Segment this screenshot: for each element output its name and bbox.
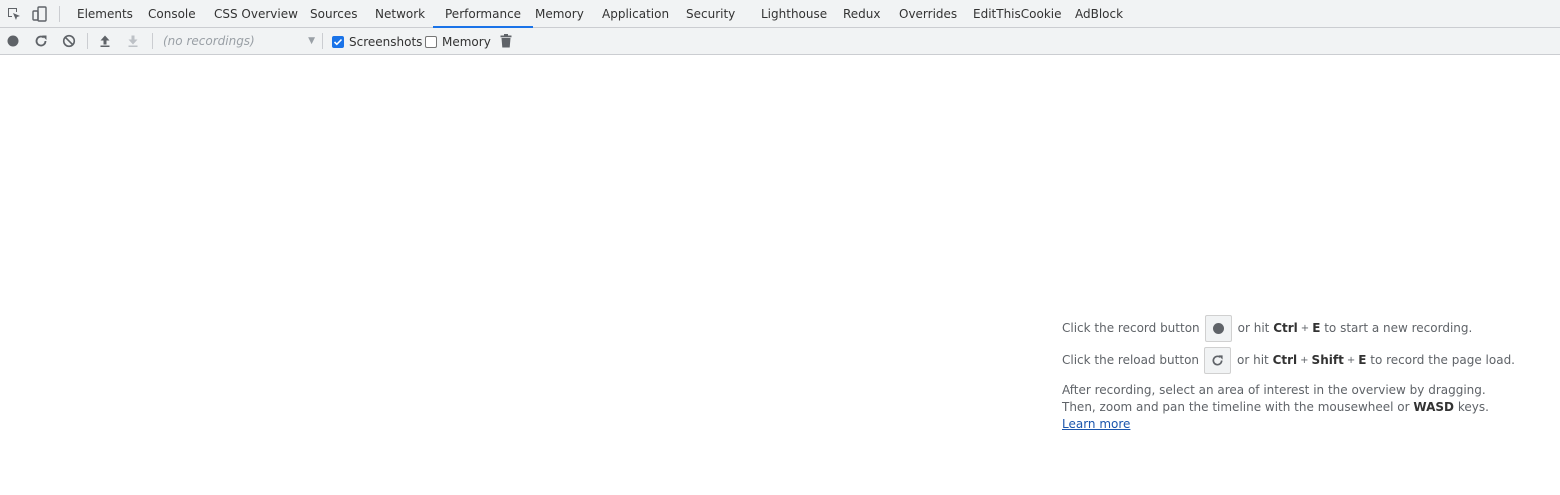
performance-toolbar: (no recordings) ▼ Screenshots Memory	[0, 28, 1560, 55]
screenshots-checkbox[interactable]: Screenshots	[332, 34, 422, 50]
reload-record-button[interactable]	[32, 32, 50, 50]
tab-lighthouse[interactable]: Lighthouse	[761, 0, 827, 28]
tab-css-overview[interactable]: CSS Overview	[214, 0, 298, 28]
devtools-tab-bar: Elements Console CSS Overview Sources Ne…	[0, 0, 1560, 28]
instruction-text: to start a new recording.	[1324, 321, 1473, 335]
download-icon	[128, 35, 138, 47]
instruction-text: or hit	[1237, 321, 1270, 335]
tab-performance[interactable]: Performance	[433, 0, 534, 28]
trash-icon	[500, 34, 512, 48]
dropdown-arrow-icon: ▼	[308, 36, 315, 46]
shortcut-key: E	[1358, 353, 1367, 367]
after-recording-text: After recording, select an area of inter…	[1062, 382, 1542, 433]
tab-application[interactable]: Application	[602, 0, 669, 28]
tab-network[interactable]: Network	[375, 0, 425, 28]
collect-garbage-button[interactable]	[497, 32, 515, 50]
reload-icon	[35, 35, 47, 47]
shortcut-plus: +	[1300, 354, 1309, 366]
tab-adblock[interactable]: AdBlock	[1075, 0, 1123, 28]
inline-reload-button[interactable]	[1204, 346, 1232, 374]
upload-icon	[100, 35, 110, 47]
record-icon	[7, 35, 19, 47]
tab-editthiscookie[interactable]: EditThisCookie	[973, 0, 1062, 28]
instruction-text: keys.	[1457, 400, 1489, 414]
inline-record-button[interactable]	[1204, 314, 1232, 342]
record-instruction-text: Click the record button	[1062, 321, 1200, 335]
tab-sources[interactable]: Sources	[310, 0, 357, 28]
shortcut-key: Shift	[1311, 353, 1344, 367]
checkbox-unchecked-icon[interactable]	[425, 36, 437, 48]
record-icon	[1212, 322, 1224, 334]
shortcut-key: E	[1312, 321, 1321, 335]
toolbar-divider	[322, 33, 323, 49]
shortcut-key: Ctrl	[1272, 353, 1298, 367]
instruction-text: Then, zoom and pan the timeline with the…	[1062, 400, 1410, 414]
reload-icon	[1212, 354, 1223, 366]
after-recording-line-2: Then, zoom and pan the timeline with the…	[1062, 399, 1542, 416]
record-button[interactable]	[4, 32, 22, 50]
shortcut-plus: +	[1346, 354, 1356, 366]
toolbar-divider	[87, 33, 88, 49]
screenshots-label: Screenshots	[349, 35, 423, 49]
record-instruction: Click the record button or hit Ctrl + E …	[1062, 312, 1542, 344]
memory-label: Memory	[442, 35, 491, 49]
device-toolbar-icon[interactable]	[31, 5, 49, 23]
load-profile-button[interactable]	[96, 32, 114, 50]
tab-security[interactable]: Security	[686, 0, 735, 28]
after-recording-line-1: After recording, select an area of inter…	[1062, 383, 1486, 397]
shortcut-key: WASD	[1413, 400, 1454, 414]
learn-more-link[interactable]: Learn more	[1062, 417, 1130, 431]
shortcut-key: Ctrl	[1273, 321, 1298, 335]
instruction-text: to record the page load.	[1370, 353, 1515, 367]
reload-instruction: Click the reload button or hit Ctrl + Sh…	[1062, 344, 1542, 376]
toolbar-divider	[59, 6, 60, 22]
tab-overrides[interactable]: Overrides	[899, 0, 957, 28]
tab-memory[interactable]: Memory	[535, 0, 584, 28]
clear-button[interactable]	[60, 32, 78, 50]
toolbar-divider	[152, 33, 153, 49]
inspect-element-icon[interactable]	[5, 5, 23, 23]
tab-redux[interactable]: Redux	[843, 0, 881, 28]
tab-console[interactable]: Console	[148, 0, 196, 28]
tab-elements[interactable]: Elements	[77, 0, 133, 28]
shortcut-plus: +	[1300, 322, 1310, 334]
save-profile-button[interactable]	[124, 32, 142, 50]
reload-instruction-text: Click the reload button	[1062, 353, 1200, 367]
recordings-select-value: (no recordings)	[163, 34, 255, 48]
instruction-text: or hit	[1237, 353, 1269, 367]
checkbox-checked-icon[interactable]	[332, 36, 344, 48]
performance-landing-instructions: Click the record button or hit Ctrl + E …	[1062, 312, 1542, 433]
recordings-select[interactable]: (no recordings) ▼	[163, 33, 318, 50]
memory-checkbox[interactable]: Memory	[425, 34, 491, 50]
clear-icon	[62, 34, 76, 48]
